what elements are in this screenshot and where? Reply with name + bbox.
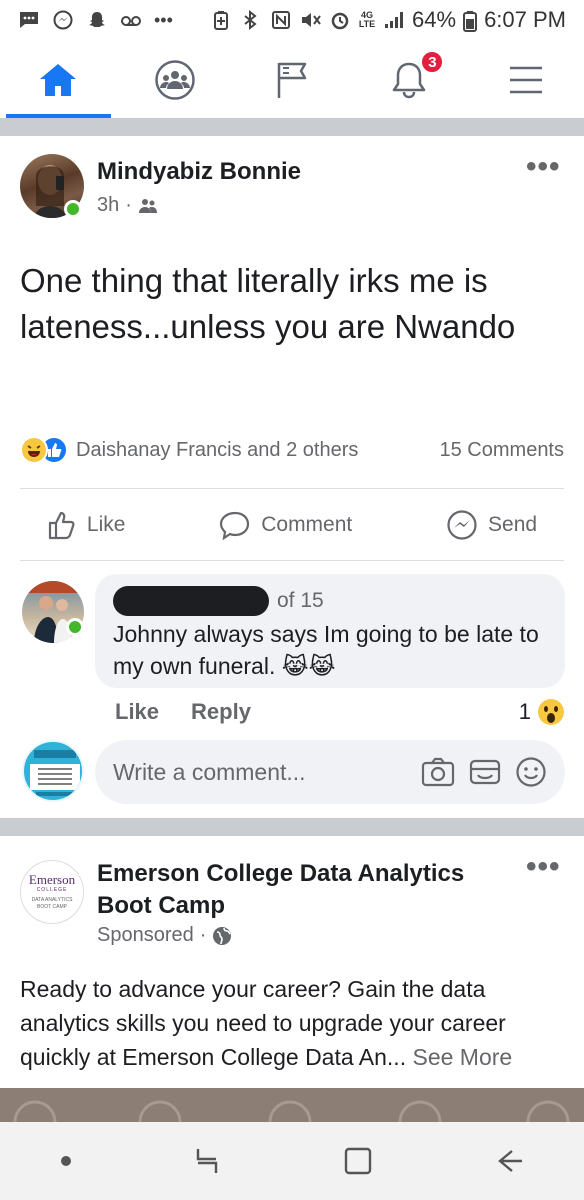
alarm-icon xyxy=(329,10,351,30)
voicemail-icon xyxy=(120,10,142,30)
author-name[interactable]: Mindyabiz Bonnie xyxy=(97,158,301,186)
post-options-button[interactable]: ••• xyxy=(526,150,561,184)
reactors-text: Daishanay Francis and 2 others xyxy=(76,438,359,461)
message-icon xyxy=(18,10,40,30)
status-left-icons: ••• xyxy=(18,10,173,30)
send-label: Send xyxy=(488,513,538,536)
thumbs-up-icon xyxy=(48,511,75,540)
sponsored-meta: Sponsored · xyxy=(97,924,232,947)
sponsored-body: Ready to advance your career? Gain the d… xyxy=(20,972,568,1074)
nfc-icon xyxy=(271,10,293,30)
tab-pages[interactable] xyxy=(234,42,351,118)
comment-input[interactable]: Write a comment... xyxy=(95,740,565,804)
battery-percent: 64% xyxy=(412,7,457,32)
comment-input-placeholder: Write a comment... xyxy=(113,758,306,785)
meta-separator: · xyxy=(199,924,207,946)
separator-line xyxy=(20,560,564,561)
feed-post: Mindyabiz Bonnie 3h · ••• One thing that… xyxy=(0,136,584,816)
signal-icon xyxy=(383,10,405,30)
logo-line-1: Emerson xyxy=(28,872,76,887)
comment-header: of 15 xyxy=(113,586,547,616)
recents-icon[interactable] xyxy=(192,1145,222,1177)
online-indicator xyxy=(64,200,82,218)
reactions-summary[interactable]: Daishanay Francis and 2 others 15 Commen… xyxy=(20,436,564,464)
meta-separator: · xyxy=(125,194,132,216)
separator-line xyxy=(20,488,564,489)
notification-badge: 3 xyxy=(420,50,445,74)
comments-count[interactable]: 15 Comments xyxy=(440,439,565,462)
ad-image-preview[interactable] xyxy=(0,1088,584,1122)
battery-saver-icon xyxy=(213,10,235,30)
post-time[interactable]: 3h xyxy=(97,194,119,217)
advertiser-name[interactable]: Emerson College Data Analytics Boot Camp xyxy=(97,858,497,922)
status-bar: ••• 4G LTE 64% 6:07 PM xyxy=(0,0,584,40)
home-icon xyxy=(40,64,77,96)
see-more-link[interactable]: See More xyxy=(412,1044,512,1070)
like-label: Like xyxy=(86,513,126,536)
friends-icon xyxy=(138,198,157,213)
top-nav: 3 xyxy=(0,42,584,118)
system-nav-bar xyxy=(0,1122,584,1200)
post-actions: Like Comment Send xyxy=(0,490,584,560)
comment-label: Comment xyxy=(261,513,353,536)
comment-reaction-summary[interactable]: 1 xyxy=(519,698,565,726)
globe-icon xyxy=(213,926,232,945)
haha-icon xyxy=(20,436,48,464)
more-icon: ••• xyxy=(154,10,173,30)
tab-menu[interactable] xyxy=(467,42,584,118)
feed-divider xyxy=(0,118,584,136)
like-button[interactable]: Like xyxy=(29,510,144,540)
tab-home[interactable] xyxy=(0,42,117,118)
home-button-icon[interactable] xyxy=(343,1146,373,1176)
comment-bubble[interactable]: of 15 Johnny always says Im going to be … xyxy=(95,574,565,688)
comment-input-icons xyxy=(421,756,547,788)
comment-reaction-count: 1 xyxy=(518,699,531,724)
advertiser-logo[interactable]: Emerson COLLEGE DATA ANALYTICS BOOT CAMP xyxy=(20,860,84,924)
tab-notifications[interactable]: 3 xyxy=(350,42,467,118)
my-avatar xyxy=(22,740,84,802)
comment-button[interactable]: Comment xyxy=(201,510,370,540)
snapchat-icon xyxy=(86,10,108,30)
messenger-icon xyxy=(52,10,74,30)
sponsored-post: Emerson COLLEGE DATA ANALYTICS BOOT CAMP… xyxy=(0,836,584,1088)
logo-line-3: DATA ANALYTICS xyxy=(31,897,73,903)
hamburger-icon xyxy=(509,66,542,94)
logo-line-2: COLLEGE xyxy=(36,887,68,893)
feed-divider xyxy=(0,818,584,836)
groups-icon xyxy=(155,60,195,100)
mute-icon xyxy=(300,10,322,30)
post-body: One thing that literally irks me is late… xyxy=(20,262,516,345)
post-meta: 3h · xyxy=(97,194,158,217)
online-indicator xyxy=(66,618,84,636)
back-icon[interactable] xyxy=(494,1146,524,1176)
network-type: 4G LTE xyxy=(358,10,376,29)
bluetooth-icon xyxy=(242,9,264,31)
comment-text: Johnny always says Im going to be late t… xyxy=(113,621,539,679)
comment-icon xyxy=(220,511,250,540)
sponsored-options-button[interactable]: ••• xyxy=(526,850,561,884)
wow-icon xyxy=(538,699,564,725)
comment-actions: Like Reply 1 xyxy=(115,698,565,726)
comment-like-button[interactable]: Like xyxy=(115,699,159,725)
gif-icon[interactable] xyxy=(469,757,501,787)
messenger-icon xyxy=(447,510,477,540)
battery-icon xyxy=(463,10,478,32)
clock: 6:07 PM xyxy=(484,7,566,32)
sponsored-label[interactable]: Sponsored xyxy=(97,924,194,947)
send-button[interactable]: Send xyxy=(428,509,555,541)
dot-icon xyxy=(60,1156,71,1166)
comment-position: of 15 xyxy=(277,589,324,612)
comment-reply-button[interactable]: Reply xyxy=(191,699,251,725)
redacted-commenter-name xyxy=(113,586,269,616)
status-right-icons: 4G LTE 64% 6:07 PM xyxy=(213,7,566,33)
emoji-icon[interactable] xyxy=(515,756,547,788)
tab-groups[interactable] xyxy=(117,42,234,118)
logo-line-4: BOOT CAMP xyxy=(37,904,67,910)
camera-icon[interactable] xyxy=(421,757,455,787)
flag-icon xyxy=(277,62,307,98)
